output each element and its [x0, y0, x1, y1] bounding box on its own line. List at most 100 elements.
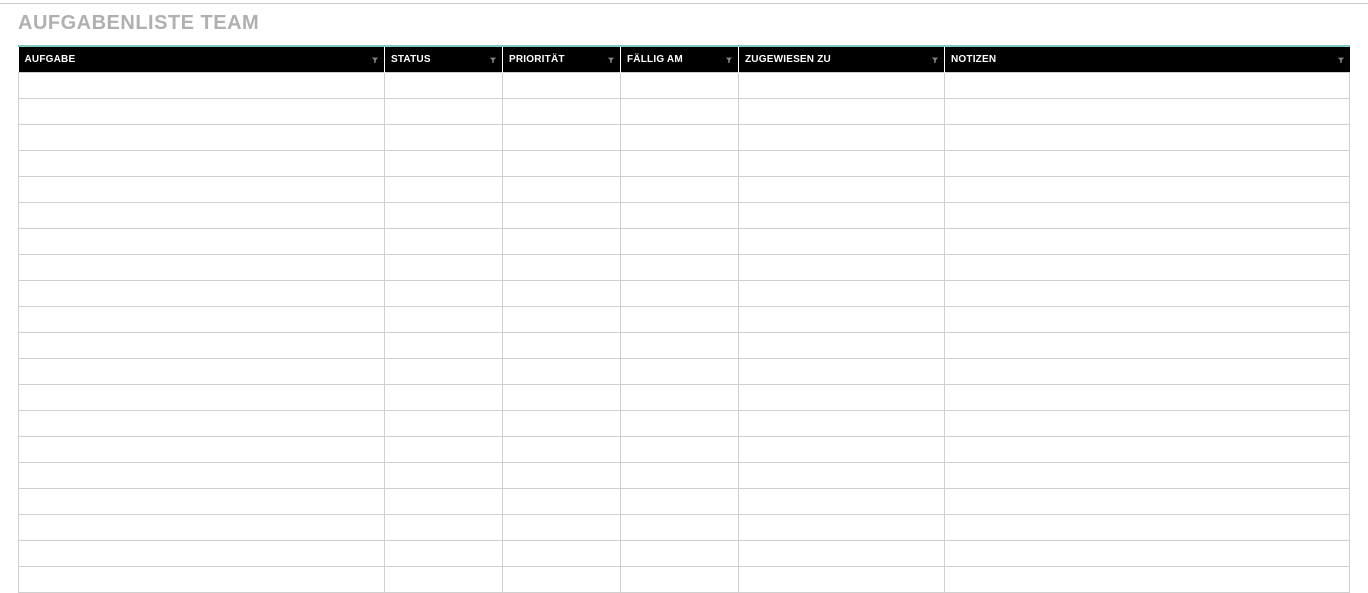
- cell-faellig_am[interactable]: [621, 463, 739, 489]
- cell-zugewiesen_zu[interactable]: [739, 515, 945, 541]
- column-header-status[interactable]: STATUS: [385, 47, 503, 73]
- cell-faellig_am[interactable]: [621, 437, 739, 463]
- filter-dropdown-icon[interactable]: [606, 55, 616, 65]
- cell-prioritaet[interactable]: [503, 73, 621, 99]
- cell-aufgabe[interactable]: [19, 515, 385, 541]
- cell-aufgabe[interactable]: [19, 541, 385, 567]
- cell-notizen[interactable]: [945, 359, 1350, 385]
- cell-status[interactable]: [385, 333, 503, 359]
- cell-prioritaet[interactable]: [503, 307, 621, 333]
- cell-aufgabe[interactable]: [19, 411, 385, 437]
- filter-dropdown-icon[interactable]: [930, 55, 940, 65]
- cell-zugewiesen_zu[interactable]: [739, 281, 945, 307]
- cell-zugewiesen_zu[interactable]: [739, 411, 945, 437]
- cell-zugewiesen_zu[interactable]: [739, 229, 945, 255]
- cell-faellig_am[interactable]: [621, 359, 739, 385]
- cell-prioritaet[interactable]: [503, 463, 621, 489]
- cell-aufgabe[interactable]: [19, 359, 385, 385]
- cell-status[interactable]: [385, 359, 503, 385]
- cell-aufgabe[interactable]: [19, 73, 385, 99]
- cell-prioritaet[interactable]: [503, 203, 621, 229]
- cell-faellig_am[interactable]: [621, 541, 739, 567]
- cell-aufgabe[interactable]: [19, 255, 385, 281]
- cell-notizen[interactable]: [945, 515, 1350, 541]
- cell-aufgabe[interactable]: [19, 229, 385, 255]
- cell-status[interactable]: [385, 385, 503, 411]
- cell-aufgabe[interactable]: [19, 307, 385, 333]
- cell-notizen[interactable]: [945, 281, 1350, 307]
- cell-zugewiesen_zu[interactable]: [739, 307, 945, 333]
- cell-notizen[interactable]: [945, 385, 1350, 411]
- cell-status[interactable]: [385, 567, 503, 593]
- cell-notizen[interactable]: [945, 255, 1350, 281]
- cell-notizen[interactable]: [945, 203, 1350, 229]
- cell-aufgabe[interactable]: [19, 437, 385, 463]
- cell-notizen[interactable]: [945, 437, 1350, 463]
- cell-status[interactable]: [385, 437, 503, 463]
- column-header-prioritaet[interactable]: PRIORITÄT: [503, 47, 621, 73]
- cell-prioritaet[interactable]: [503, 359, 621, 385]
- cell-faellig_am[interactable]: [621, 151, 739, 177]
- cell-faellig_am[interactable]: [621, 307, 739, 333]
- cell-notizen[interactable]: [945, 489, 1350, 515]
- column-header-zugewiesen_zu[interactable]: ZUGEWIESEN ZU: [739, 47, 945, 73]
- cell-zugewiesen_zu[interactable]: [739, 463, 945, 489]
- column-header-faellig_am[interactable]: FÄLLIG AM: [621, 47, 739, 73]
- cell-notizen[interactable]: [945, 99, 1350, 125]
- cell-notizen[interactable]: [945, 177, 1350, 203]
- cell-aufgabe[interactable]: [19, 567, 385, 593]
- cell-status[interactable]: [385, 281, 503, 307]
- cell-status[interactable]: [385, 515, 503, 541]
- cell-prioritaet[interactable]: [503, 177, 621, 203]
- cell-status[interactable]: [385, 229, 503, 255]
- cell-prioritaet[interactable]: [503, 281, 621, 307]
- cell-zugewiesen_zu[interactable]: [739, 125, 945, 151]
- cell-faellig_am[interactable]: [621, 281, 739, 307]
- cell-notizen[interactable]: [945, 333, 1350, 359]
- cell-zugewiesen_zu[interactable]: [739, 385, 945, 411]
- filter-dropdown-icon[interactable]: [488, 55, 498, 65]
- cell-aufgabe[interactable]: [19, 385, 385, 411]
- cell-faellig_am[interactable]: [621, 177, 739, 203]
- cell-zugewiesen_zu[interactable]: [739, 541, 945, 567]
- column-header-aufgabe[interactable]: AUFGABE: [19, 47, 385, 73]
- cell-status[interactable]: [385, 541, 503, 567]
- cell-faellig_am[interactable]: [621, 515, 739, 541]
- cell-aufgabe[interactable]: [19, 177, 385, 203]
- cell-status[interactable]: [385, 255, 503, 281]
- cell-prioritaet[interactable]: [503, 229, 621, 255]
- cell-zugewiesen_zu[interactable]: [739, 333, 945, 359]
- cell-prioritaet[interactable]: [503, 411, 621, 437]
- cell-faellig_am[interactable]: [621, 229, 739, 255]
- cell-aufgabe[interactable]: [19, 333, 385, 359]
- cell-faellig_am[interactable]: [621, 203, 739, 229]
- cell-faellig_am[interactable]: [621, 99, 739, 125]
- cell-status[interactable]: [385, 411, 503, 437]
- cell-notizen[interactable]: [945, 151, 1350, 177]
- cell-aufgabe[interactable]: [19, 281, 385, 307]
- filter-dropdown-icon[interactable]: [370, 55, 380, 65]
- cell-zugewiesen_zu[interactable]: [739, 489, 945, 515]
- cell-notizen[interactable]: [945, 307, 1350, 333]
- cell-prioritaet[interactable]: [503, 255, 621, 281]
- cell-notizen[interactable]: [945, 411, 1350, 437]
- cell-prioritaet[interactable]: [503, 385, 621, 411]
- cell-zugewiesen_zu[interactable]: [739, 437, 945, 463]
- cell-notizen[interactable]: [945, 73, 1350, 99]
- cell-faellig_am[interactable]: [621, 567, 739, 593]
- cell-notizen[interactable]: [945, 463, 1350, 489]
- cell-status[interactable]: [385, 125, 503, 151]
- cell-prioritaet[interactable]: [503, 489, 621, 515]
- cell-faellig_am[interactable]: [621, 73, 739, 99]
- cell-aufgabe[interactable]: [19, 99, 385, 125]
- cell-aufgabe[interactable]: [19, 203, 385, 229]
- cell-notizen[interactable]: [945, 541, 1350, 567]
- cell-zugewiesen_zu[interactable]: [739, 255, 945, 281]
- cell-zugewiesen_zu[interactable]: [739, 73, 945, 99]
- cell-prioritaet[interactable]: [503, 437, 621, 463]
- cell-status[interactable]: [385, 99, 503, 125]
- cell-prioritaet[interactable]: [503, 99, 621, 125]
- cell-faellig_am[interactable]: [621, 385, 739, 411]
- cell-zugewiesen_zu[interactable]: [739, 567, 945, 593]
- cell-faellig_am[interactable]: [621, 125, 739, 151]
